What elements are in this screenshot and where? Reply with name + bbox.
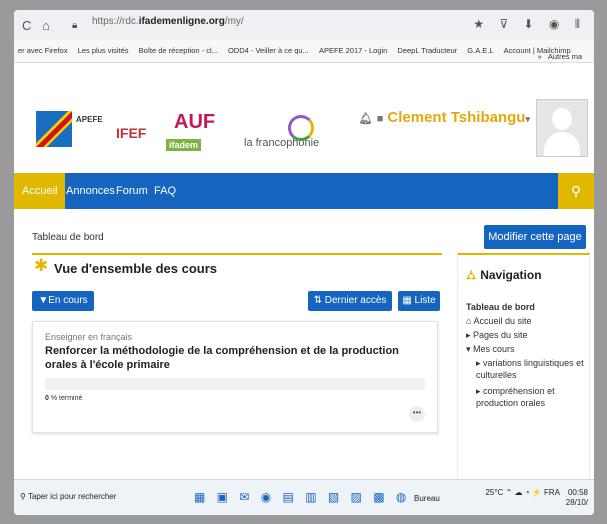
course-card[interactable]: Enseigner en français Renforcer la métho…: [32, 321, 438, 433]
navigation-block: ⛼ Navigation Tableau de bord ⌂ Accueil du…: [457, 253, 590, 479]
page: APEFE IFEF AUF ifadem la francophonie 🔔︎…: [14, 63, 594, 479]
course-title[interactable]: Renforcer la méthodologie de la compréhe…: [45, 344, 425, 372]
nav-link-course-1-label: variations linguistiques et culturelles: [476, 358, 584, 380]
apefe-logo: APEFE: [76, 115, 103, 124]
message-icon[interactable]: ■: [377, 113, 384, 125]
nav-item-accueil[interactable]: Accueil: [14, 173, 66, 209]
search-icon: ⚲: [20, 492, 28, 501]
nav-item-faq[interactable]: FAQ: [154, 173, 176, 209]
caret-right-icon: ▸: [476, 358, 484, 368]
bookmarks-more[interactable]: » Autres ma: [538, 46, 586, 61]
language-indicator: FRA: [543, 488, 560, 497]
url-prefix: https://rdc.: [92, 16, 139, 27]
taskbar-search-label: Taper ici pour rechercher: [27, 492, 117, 501]
tray-icons: ⌃ ☁ ◔ ⚡: [505, 488, 544, 497]
sitemap-icon: ⛼: [466, 267, 477, 282]
bookmark-item[interactable]: er avec Firefox: [18, 46, 68, 55]
reload-icon[interactable]: C: [22, 18, 31, 33]
modify-page-button[interactable]: Modifier cette page: [484, 225, 586, 249]
filter-icon: ▼: [38, 295, 49, 306]
nav-link-dashboard[interactable]: Tableau de bord: [466, 301, 535, 313]
francophonie-ring-icon: [288, 115, 314, 141]
caret-down-icon: ▾: [466, 344, 474, 354]
nav-link-course-2-label: compréhension et production orales: [476, 386, 555, 408]
ifef-logo: IFEF: [116, 125, 147, 141]
notification-icon[interactable]: 🔔︎: [359, 113, 373, 125]
bookmark-item[interactable]: G.A.E.L: [467, 46, 493, 55]
course-overview: ✱ Vue d'ensemble des cours ▼En cours ⇅ D…: [32, 253, 442, 479]
navigation-title: ⛼ Navigation: [466, 267, 542, 285]
nav-link-pages[interactable]: ▸ Pages du site: [466, 329, 528, 341]
url-domain: ifademenligne.org: [138, 16, 225, 27]
temperature: 25°C: [485, 488, 504, 497]
nav-link-pages-label: Pages du site: [473, 330, 528, 340]
clock-time: 00:58: [567, 488, 588, 497]
view-button[interactable]: ▦ Liste: [398, 291, 440, 311]
nav-link-course-1[interactable]: ▸ variations linguistiques et culturelle…: [476, 357, 584, 381]
nav-link-home-label: Accueil du site: [473, 316, 532, 326]
taskbar-search[interactable]: ⚲ Taper ici pour rechercher: [20, 492, 116, 501]
ifadem-logo: ifadem: [166, 139, 202, 151]
chevron-down-icon: ▾: [525, 114, 530, 124]
course-progress-text: 0 % terminé: [45, 395, 82, 402]
toolbar-icons[interactable]: ★ ⊽ ⬇ ◉ ⦀: [473, 17, 586, 32]
progress-label: % terminé: [50, 395, 83, 402]
url-suffix: /my/: [224, 16, 244, 27]
bookmark-item[interactable]: ODD4 - Veiller à ce qu...: [228, 46, 309, 55]
nav-link-my-courses-label: Mes cours: [473, 344, 515, 354]
caret-right-icon: ▸: [476, 386, 484, 396]
progress-value: 0: [45, 395, 49, 402]
nav-link-my-courses[interactable]: ▾ Mes cours: [466, 343, 515, 355]
windows-taskbar: ⚲ Taper ici pour rechercher ▦ ▣ ✉ ◉ ▤ ▥ …: [14, 479, 594, 515]
address-bar[interactable]: https://rdc.ifademenligne.org/my/: [92, 16, 244, 27]
filter-button-label: En cours: [48, 295, 88, 306]
screen: C ⌂ 🔒︎ https://rdc.ifademenligne.org/my/…: [14, 10, 594, 515]
browser-toolbar: C ⌂ 🔒︎ https://rdc.ifademenligne.org/my/…: [14, 10, 594, 41]
drc-flag-logo: [36, 111, 72, 147]
nav-item-annonces[interactable]: Annonces: [66, 173, 115, 209]
nav-item-forum[interactable]: Forum: [116, 173, 148, 209]
breadcrumb[interactable]: Tableau de bord: [32, 232, 104, 243]
main-nav: Accueil Annonces Forum FAQ ⚲: [14, 173, 594, 209]
system-tray[interactable]: 25°C ⌃ ☁ ◔ ⚡ FRA 00:58 28/10/: [485, 488, 588, 508]
bookmark-item[interactable]: APEFE 2017 - Login: [319, 46, 387, 55]
auf-logo: AUF: [174, 111, 216, 133]
bookmarks-more-label: Autres ma: [547, 52, 582, 61]
asterisk-icon: ✱: [34, 256, 49, 275]
bookmarks-bar: er avec Firefox Les plus visités Boîte d…: [14, 40, 594, 63]
clock: 00:58 28/10/: [566, 488, 588, 508]
bookmark-item[interactable]: Boîte de réception - cl...: [139, 46, 218, 55]
taskbar-app-icons[interactable]: ▦ ▣ ✉ ◉ ▤ ▥ ▧ ▨ ▩ ◍: [194, 490, 410, 504]
desktop-label[interactable]: Bureau: [414, 494, 440, 503]
avatar[interactable]: [536, 99, 588, 157]
caret-right-icon: ▸: [466, 330, 474, 340]
user-menu[interactable]: 🔔︎ ■ Clement Tshibangu▾: [359, 109, 530, 126]
overview-title: Vue d'ensemble des cours: [54, 261, 218, 276]
more-actions-icon[interactable]: •••: [409, 406, 425, 422]
nav-link-home[interactable]: ⌂ Accueil du site: [466, 315, 531, 327]
search-icon[interactable]: ⚲: [558, 173, 594, 209]
course-progress-bar: [45, 378, 425, 390]
sort-button-label: Dernier accès: [324, 295, 387, 306]
course-category: Enseigner en français: [45, 332, 133, 342]
site-header: APEFE IFEF AUF ifadem la francophonie 🔔︎…: [14, 63, 594, 173]
user-name: Clement Tshibangu: [387, 109, 526, 126]
bookmark-item[interactable]: DeepL Traducteur: [397, 46, 457, 55]
filter-button[interactable]: ▼En cours: [32, 291, 94, 311]
overview-header: ✱ Vue d'ensemble des cours: [32, 253, 442, 279]
clock-date: 28/10/: [565, 498, 588, 507]
nav-link-course-2[interactable]: ▸ compréhension et production orales: [476, 385, 584, 409]
list-icon: ▦: [402, 295, 415, 306]
bookmark-item[interactable]: Les plus visités: [78, 46, 129, 55]
home-icon[interactable]: ⌂: [42, 18, 50, 33]
navigation-title-text: Navigation: [480, 268, 542, 282]
lock-icon: 🔒︎: [72, 20, 78, 31]
partner-logos: APEFE IFEF AUF ifadem la francophonie: [36, 111, 326, 161]
sort-icon: ⇅: [313, 295, 325, 306]
view-button-label: Liste: [414, 295, 436, 306]
sort-button[interactable]: ⇅ Dernier accès: [308, 291, 392, 311]
